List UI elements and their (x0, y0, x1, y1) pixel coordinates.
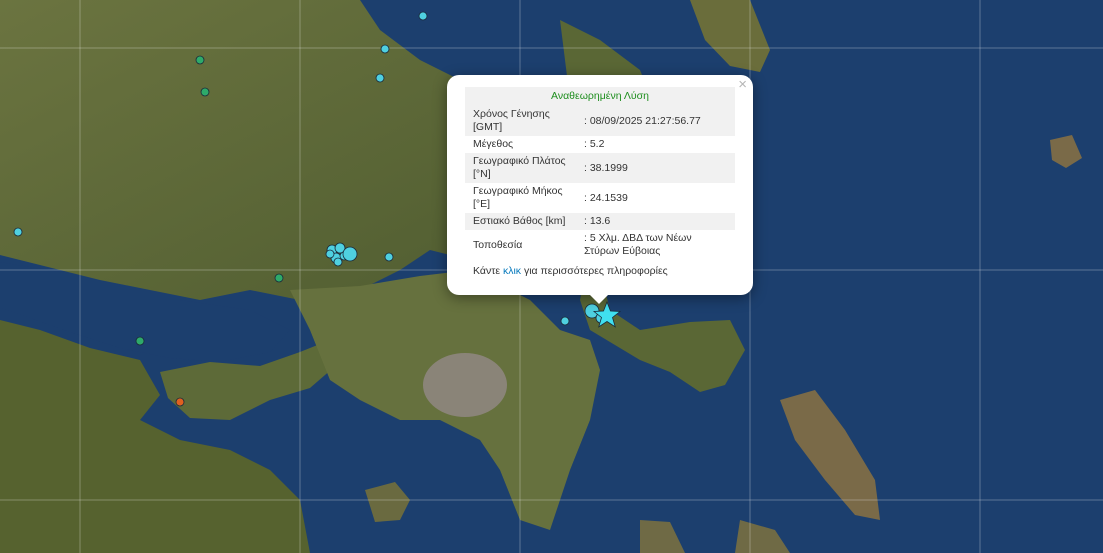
event-marker[interactable] (175, 397, 185, 407)
event-marker[interactable] (135, 336, 145, 346)
event-marker[interactable] (200, 87, 210, 97)
athens-urban (423, 353, 507, 417)
event-marker[interactable] (560, 316, 570, 326)
latitude-value: : 38.1999 (576, 153, 735, 183)
event-marker[interactable] (380, 44, 390, 54)
longitude-value: : 24.1539 (584, 191, 628, 204)
more-info-link[interactable]: κλικ (503, 265, 521, 277)
table-row: Γεωγραφικό Πλάτος [°N] : 38.1999 (465, 153, 735, 183)
location-label: Τοποθεσία (473, 238, 523, 251)
more-info-line: Κάντε κλικ για περισσότερες πληροφορίες (465, 265, 735, 277)
origin-time-label: Χρόνος Γένησης [GMT] (465, 106, 576, 136)
magnitude-label: Μέγεθος (473, 138, 514, 150)
latitude-label: Γεωγραφικό Πλάτος [°N] (465, 153, 576, 183)
table-row: Εστιακό Βάθος [km] : 13.6 (465, 213, 735, 230)
event-marker[interactable] (418, 11, 428, 21)
table-row: Αναθεωρημένη Λύση (465, 87, 735, 106)
table-row: Γεωγραφικό Μήκος [°E] : 24.1539 (465, 183, 735, 213)
table-row: Μέγεθος : 5.2 (465, 136, 735, 153)
close-icon[interactable]: × (738, 77, 747, 93)
event-marker[interactable] (325, 249, 335, 259)
table-row: Τοποθεσία : 5 Χλμ. ΔΒΔ των Νέων Στύρων Ε… (465, 230, 735, 260)
depth-value: : 13.6 (576, 213, 735, 230)
event-marker[interactable] (333, 257, 343, 267)
event-marker[interactable] (274, 273, 284, 283)
magnitude-value: : 5.2 (584, 138, 605, 150)
event-marker[interactable] (342, 246, 358, 262)
table-row: Χρόνος Γένησης [GMT] : 08/09/2025 21:27:… (465, 106, 735, 136)
depth-label: Εστιακό Βάθος [km] (465, 213, 576, 230)
popup-title: Αναθεωρημένη Λύση (465, 87, 735, 106)
event-info-popup: × Αναθεωρημένη Λύση Χρόνος Γένησης [GMT]… (447, 75, 753, 295)
event-info-table: Αναθεωρημένη Λύση Χρόνος Γένησης [GMT] :… (465, 87, 735, 260)
location-value: : 5 Χλμ. ΔΒΔ των Νέων Στύρων Εύβοιας (584, 232, 692, 257)
popup-content: Αναθεωρημένη Λύση Χρόνος Γένησης [GMT] :… (465, 87, 735, 277)
popup-tip (589, 294, 609, 304)
event-marker[interactable] (375, 73, 385, 83)
event-marker[interactable] (13, 227, 23, 237)
longitude-label: Γεωγραφικό Μήκος [°E] (473, 185, 563, 210)
event-marker[interactable] (195, 55, 205, 65)
origin-time-value: : 08/09/2025 21:27:56.77 (576, 106, 735, 136)
more-info-prefix: Κάντε (473, 265, 503, 277)
event-marker[interactable] (384, 252, 394, 262)
more-info-suffix: για περισσότερες πληροφορίες (521, 265, 668, 277)
